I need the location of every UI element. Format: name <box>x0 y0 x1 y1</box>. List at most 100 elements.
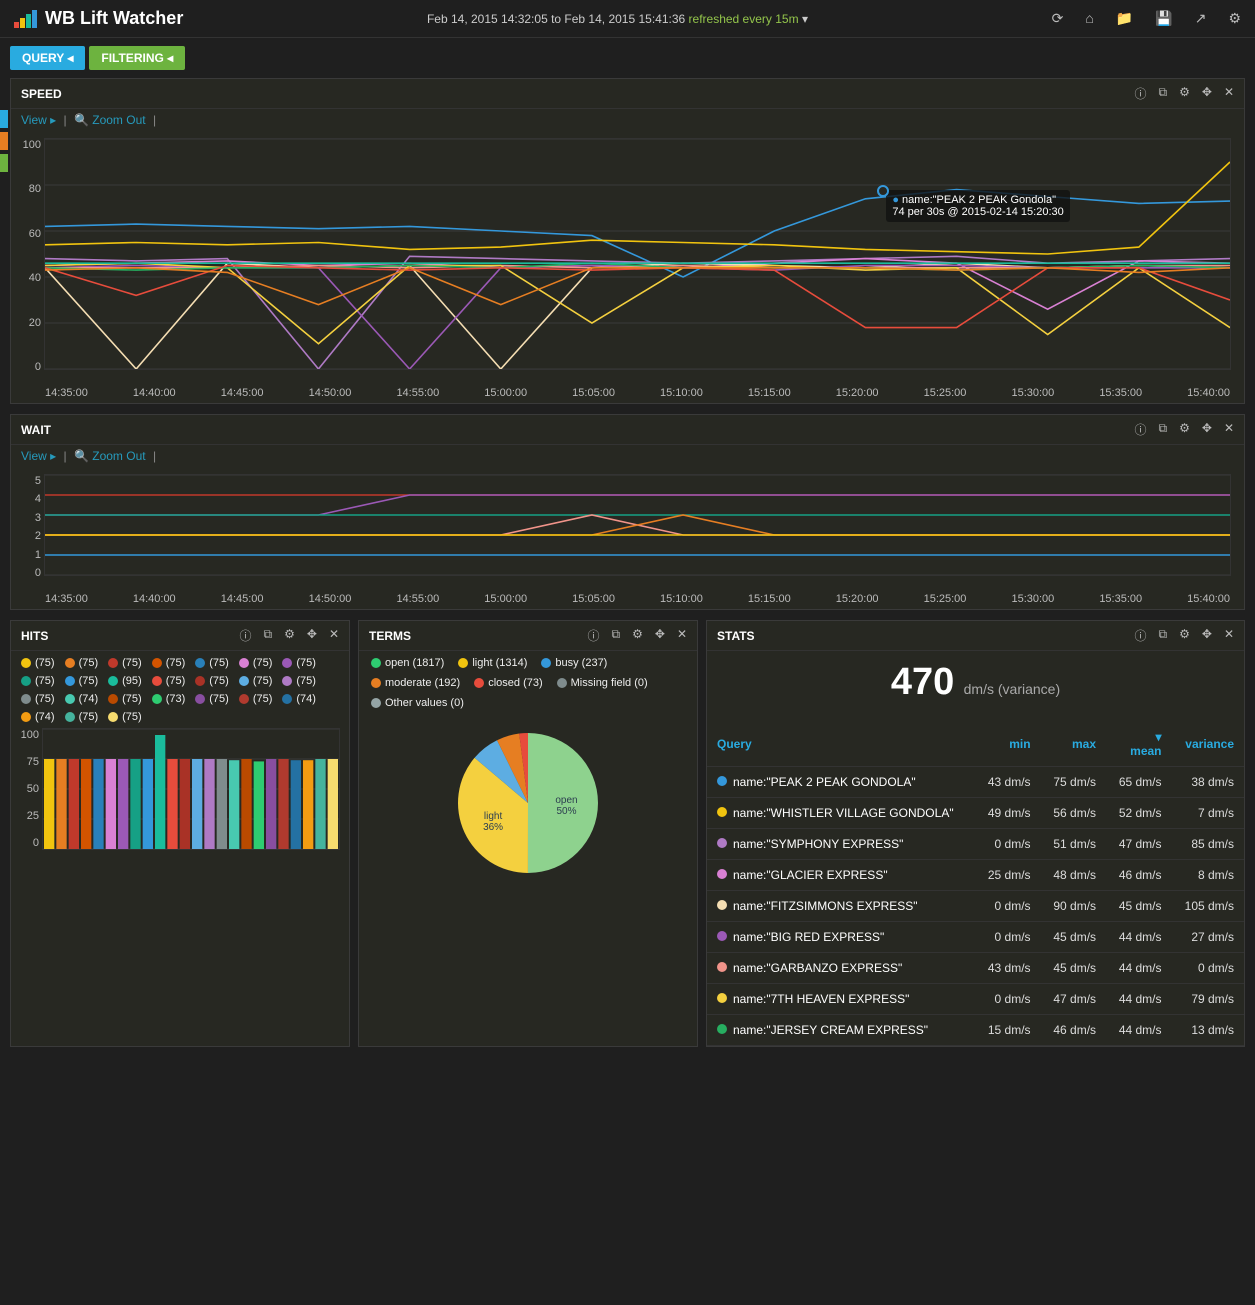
move-icon[interactable]: ✥ <box>655 627 665 644</box>
hits-legend-item[interactable]: (75) <box>239 657 273 669</box>
hits-legend-item[interactable]: (75) <box>195 693 229 705</box>
wait-plot[interactable] <box>45 475 1230 575</box>
series-dot-icon <box>717 962 727 972</box>
time-range[interactable]: Feb 14, 2015 14:32:05 to Feb 14, 2015 15… <box>183 12 1051 26</box>
copy-icon[interactable]: ⧉ <box>264 627 273 644</box>
info-icon[interactable]: ⓘ <box>1135 85 1147 102</box>
tab-query[interactable]: QUERY ◂ <box>10 46 85 70</box>
info-icon[interactable]: ⓘ <box>240 627 252 644</box>
hits-legend-item[interactable]: (75) <box>108 693 142 705</box>
refresh-icon[interactable]: ⟳ <box>1052 10 1064 27</box>
copy-icon[interactable]: ⧉ <box>1159 85 1168 102</box>
save-icon[interactable]: 💾 <box>1155 10 1172 27</box>
col-min[interactable]: min <box>975 722 1040 767</box>
copy-icon[interactable]: ⧉ <box>1159 421 1168 438</box>
hits-legend-item[interactable]: (75) <box>65 675 99 687</box>
terms-legend-item[interactable]: open (1817) <box>371 657 444 669</box>
hits-plot[interactable] <box>43 729 339 849</box>
hits-legend-item[interactable]: (75) <box>21 675 55 687</box>
terms-legend-item[interactable]: Missing field (0) <box>557 677 648 689</box>
home-icon[interactable]: ⌂ <box>1085 10 1093 27</box>
close-icon[interactable]: ✕ <box>1224 85 1234 102</box>
view-link[interactable]: View ▸ <box>21 113 56 127</box>
table-row[interactable]: name:"PEAK 2 PEAK GONDOLA"43 dm/s75 dm/s… <box>707 767 1244 798</box>
close-icon[interactable]: ✕ <box>1224 627 1234 644</box>
hits-legend-item[interactable]: (75) <box>195 675 229 687</box>
info-icon[interactable]: ⓘ <box>588 627 600 644</box>
legend-dot-icon <box>239 658 249 668</box>
panel-speed-sub: View ▸ | 🔍 Zoom Out | <box>11 109 1244 131</box>
hits-legend-item[interactable]: (75) <box>195 657 229 669</box>
table-row[interactable]: name:"WHISTLER VILLAGE GONDOLA"49 dm/s56… <box>707 798 1244 829</box>
gear-icon[interactable]: ⚙ <box>284 627 295 644</box>
hits-legend-item[interactable]: (75) <box>108 711 142 723</box>
hits-legend-item[interactable]: (75) <box>21 657 55 669</box>
copy-icon[interactable]: ⧉ <box>1159 627 1168 644</box>
wait-yaxis: 543210 <box>11 475 41 579</box>
terms-legend-item[interactable]: busy (237) <box>541 657 607 669</box>
gear-icon[interactable]: ⚙ <box>1228 10 1241 27</box>
hits-legend-item[interactable]: (75) <box>282 675 316 687</box>
hits-legend-item[interactable]: (75) <box>239 693 273 705</box>
table-row[interactable]: name:"GARBANZO EXPRESS"43 dm/s45 dm/s44 … <box>707 953 1244 984</box>
info-icon[interactable]: ⓘ <box>1135 627 1147 644</box>
hits-legend-item[interactable]: (74) <box>65 693 99 705</box>
close-icon[interactable]: ✕ <box>677 627 687 644</box>
move-icon[interactable]: ✥ <box>1202 421 1212 438</box>
hits-legend-item[interactable]: (95) <box>108 675 142 687</box>
table-row[interactable]: name:"BIG RED EXPRESS"0 dm/s45 dm/s44 dm… <box>707 922 1244 953</box>
hits-legend-item[interactable]: (75) <box>108 657 142 669</box>
view-link[interactable]: View ▸ <box>21 449 56 463</box>
terms-legend-item[interactable]: Other values (0) <box>371 697 464 709</box>
hits-legend-item[interactable]: (75) <box>282 657 316 669</box>
tab-filtering[interactable]: FILTERING ◂ <box>89 46 185 70</box>
hits-legend-item[interactable]: (75) <box>152 675 186 687</box>
move-icon[interactable]: ✥ <box>1202 85 1212 102</box>
gear-icon[interactable]: ⚙ <box>1179 627 1190 644</box>
hits-legend-item[interactable]: (74) <box>282 693 316 705</box>
col-max[interactable]: max <box>1041 722 1106 767</box>
chevron-down-icon: ▾ <box>1155 730 1161 744</box>
zoom-out-link[interactable]: 🔍 Zoom Out <box>74 113 146 127</box>
gear-icon[interactable]: ⚙ <box>1179 421 1190 438</box>
speed-plot[interactable]: ● name:"PEAK 2 PEAK Gondola"74 per 30s @… <box>45 139 1230 369</box>
app-logo-icon <box>14 10 37 28</box>
col-mean[interactable]: ▾mean <box>1106 722 1171 767</box>
terms-legend-item[interactable]: closed (73) <box>474 677 542 689</box>
legend-dot-icon <box>21 694 31 704</box>
share-icon[interactable]: ↗ <box>1195 10 1207 27</box>
hits-legend-item[interactable]: (75) <box>152 657 186 669</box>
hits-legend-item[interactable]: (73) <box>152 693 186 705</box>
table-row[interactable]: name:"7TH HEAVEN EXPRESS"0 dm/s47 dm/s44… <box>707 984 1244 1015</box>
gear-icon[interactable]: ⚙ <box>632 627 643 644</box>
hits-legend-item[interactable]: (75) <box>239 675 273 687</box>
move-icon[interactable]: ✥ <box>307 627 317 644</box>
move-icon[interactable]: ✥ <box>1202 627 1212 644</box>
table-row[interactable]: name:"FITZSIMMONS EXPRESS"0 dm/s90 dm/s4… <box>707 891 1244 922</box>
series-dot-icon <box>717 900 727 910</box>
copy-icon[interactable]: ⧉ <box>612 627 621 644</box>
series-dot-icon <box>717 869 727 879</box>
time-range-text: Feb 14, 2015 14:32:05 to Feb 14, 2015 15… <box>427 12 685 26</box>
info-icon[interactable]: ⓘ <box>1135 421 1147 438</box>
stats-number: 470 <box>891 661 954 703</box>
table-row[interactable]: name:"SYMPHONY EXPRESS"0 dm/s51 dm/s47 d… <box>707 829 1244 860</box>
terms-pie[interactable]: open50%light36% <box>448 723 608 883</box>
hits-legend-item[interactable]: (74) <box>21 711 55 723</box>
folder-open-icon[interactable]: 📁 <box>1116 10 1133 27</box>
col-variance[interactable]: variance <box>1172 722 1244 767</box>
terms-legend-item[interactable]: light (1314) <box>458 657 527 669</box>
legend-dot-icon <box>371 678 381 688</box>
close-icon[interactable]: ✕ <box>329 627 339 644</box>
hits-legend-item[interactable]: (75) <box>65 657 99 669</box>
table-row[interactable]: name:"JERSEY CREAM EXPRESS"15 dm/s46 dm/… <box>707 1015 1244 1046</box>
hits-legend-item[interactable]: (75) <box>65 711 99 723</box>
gear-icon[interactable]: ⚙ <box>1179 85 1190 102</box>
svg-text:open50%: open50% <box>555 795 577 817</box>
hits-legend-item[interactable]: (75) <box>21 693 55 705</box>
col-query[interactable]: Query <box>707 722 975 767</box>
close-icon[interactable]: ✕ <box>1224 421 1234 438</box>
terms-legend-item[interactable]: moderate (192) <box>371 677 460 689</box>
zoom-out-link[interactable]: 🔍 Zoom Out <box>74 449 146 463</box>
table-row[interactable]: name:"GLACIER EXPRESS"25 dm/s48 dm/s46 d… <box>707 860 1244 891</box>
